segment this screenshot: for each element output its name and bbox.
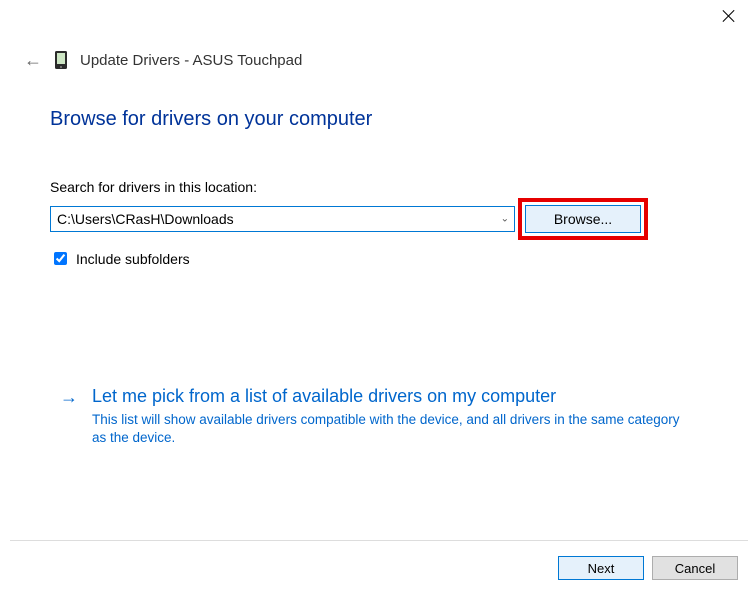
- header: ← Update Drivers - ASUS Touchpad: [24, 50, 302, 70]
- cancel-button[interactable]: Cancel: [652, 556, 738, 580]
- footer-separator: [10, 540, 748, 541]
- include-subfolders-label: Include subfolders: [76, 251, 190, 267]
- path-input[interactable]: [50, 206, 515, 232]
- path-combobox[interactable]: ⌄: [50, 206, 515, 232]
- close-icon[interactable]: [720, 8, 736, 24]
- pick-from-list-description: This list will show available drivers co…: [92, 411, 690, 447]
- window-title: Update Drivers - ASUS Touchpad: [80, 52, 302, 69]
- include-subfolders-input[interactable]: [54, 252, 67, 265]
- pick-from-list-title: Let me pick from a list of available dri…: [92, 386, 556, 408]
- next-button[interactable]: Next: [558, 556, 644, 580]
- pick-from-list-option[interactable]: → Let me pick from a list of available d…: [60, 386, 690, 408]
- search-label: Search for drivers in this location:: [50, 179, 720, 195]
- browse-button[interactable]: Browse...: [525, 205, 641, 233]
- back-arrow-icon[interactable]: ←: [24, 51, 42, 69]
- include-subfolders-checkbox[interactable]: Include subfolders: [50, 249, 720, 268]
- device-icon: [54, 50, 68, 70]
- arrow-right-icon: →: [60, 386, 78, 408]
- page-heading: Browse for drivers on your computer: [50, 108, 720, 131]
